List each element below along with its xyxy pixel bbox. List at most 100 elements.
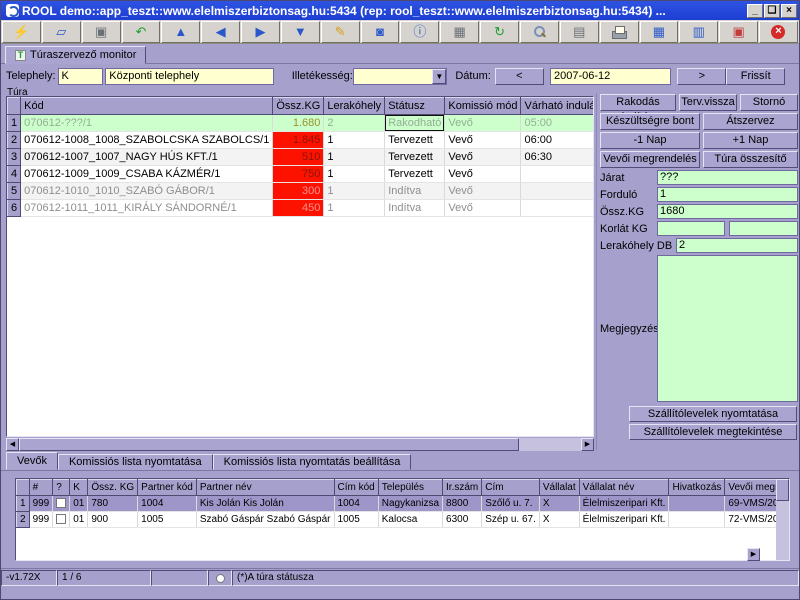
col-kod[interactable]: Kód	[21, 98, 273, 115]
tura-row[interactable]: 3 070612-1007_1007_NAGY HÚS KFT./1 510 1…	[8, 149, 595, 166]
vevoi-megrendeles-button[interactable]: Vevői megrendelés	[600, 151, 700, 168]
tab-komissios-lista-nyomtatas-beallitasa[interactable]: Komissiós lista nyomtatás beállítása	[213, 454, 412, 470]
date-next-button[interactable]: >	[677, 68, 726, 85]
plus-1-nap-button[interactable]: +1 Nap	[703, 132, 798, 149]
toolbar-button[interactable]: ×	[759, 21, 798, 43]
toolbar-button[interactable]: ◀	[201, 21, 240, 43]
tura-row[interactable]: 6 070612-1011_1011_KIRÁLY SÁNDORNÉ/1 450…	[8, 200, 595, 217]
col-question[interactable]: ?	[53, 480, 70, 496]
close-button[interactable]: ×	[781, 4, 797, 18]
col-lerakohely[interactable]: Lerakóhely	[324, 98, 385, 115]
hscroll-thumb[interactable]	[19, 438, 519, 451]
chevron-down-icon[interactable]: ▼	[432, 69, 446, 84]
col-cim[interactable]: Cím	[482, 480, 540, 496]
atszervez-button[interactable]: Átszervez	[703, 113, 798, 130]
toolbar-button[interactable]: ▦	[440, 21, 479, 43]
hscroll-track[interactable]	[519, 438, 581, 451]
col-hash[interactable]: #	[29, 480, 53, 496]
col-osszkg[interactable]: Össz.KG	[273, 98, 324, 115]
toolbar-button[interactable]: ◙	[361, 21, 400, 43]
lerakohely-db-field[interactable]: 2	[676, 238, 798, 253]
toolbar-button[interactable]: ▱	[42, 21, 81, 43]
minus-1-nap-button[interactable]: -1 Nap	[600, 132, 700, 149]
col-partner-kod[interactable]: Partner kód	[138, 480, 197, 496]
minimize-button[interactable]: _	[747, 4, 763, 18]
date-prev-button[interactable]: <	[495, 68, 544, 85]
rakodas-inditas-button[interactable]: Rakodás indítás	[600, 94, 676, 111]
szallitolevelek-megtekintese-button[interactable]: Szállítólevelek megtekintése	[629, 424, 797, 440]
terv-vissza-button[interactable]: Terv.vissza	[679, 94, 737, 111]
toolbar-button[interactable]: ↶	[122, 21, 161, 43]
scroll-right-icon[interactable]: ▶	[581, 438, 594, 451]
toolbar-button[interactable]: ▦	[640, 21, 679, 43]
tab-komissios-lista-nyomtatasa[interactable]: Komissiós lista nyomtatása	[58, 454, 213, 470]
col-vallalat[interactable]: Vállalat	[539, 480, 579, 496]
keszultsegre-bont-button[interactable]: Készültségre bont	[600, 113, 700, 130]
fordulo-label: Forduló	[600, 189, 657, 201]
toolbar-button[interactable]: ▤	[560, 21, 599, 43]
col-vallalat-nev[interactable]: Vállalat név	[579, 480, 669, 496]
row-checkbox[interactable]	[56, 514, 66, 524]
tab-label: Túraszervező monitor	[30, 49, 136, 61]
tura-header-row: Kód Össz.KG Lerakóhely Státusz Komissió …	[8, 98, 595, 115]
col-varhato[interactable]: Várható indulás	[521, 98, 594, 115]
korlat-kg-field-1[interactable]	[657, 221, 725, 236]
megjegyzes-textarea[interactable]	[657, 255, 798, 402]
toolbar-button[interactable]: ▼	[281, 21, 320, 43]
osszkg-field[interactable]: 1680	[657, 204, 798, 219]
bottom-scroll-right-icon[interactable]: ▶	[747, 548, 760, 561]
col-partner-nev[interactable]: Partner név	[196, 480, 334, 496]
col-cim-kod[interactable]: Cím kód	[334, 480, 378, 496]
col-statusz[interactable]: Státusz	[385, 98, 445, 115]
bottom-vscrollbar[interactable]	[776, 479, 789, 560]
bottom-tab-bar: Vevők Komissiós lista nyomtatása Komissi…	[1, 452, 799, 471]
col-hivatkozas[interactable]: Hivatkozás	[669, 480, 725, 496]
toolbar-button[interactable]: ▥	[679, 21, 718, 43]
tura-row[interactable]: 4 070612-1009_1009_CSABA KÁZMÉR/1 750 1 …	[8, 166, 595, 183]
toolbar-button[interactable]: ↻	[480, 21, 519, 43]
toolbar-button[interactable]	[520, 21, 559, 43]
korlat-kg-label: Korlát KG	[600, 223, 657, 235]
tab-turaszervezo-monitor[interactable]: T Túraszervező monitor	[5, 46, 146, 64]
tura-osszesito-button[interactable]: Túra összesítő	[703, 151, 798, 168]
tab-vevok[interactable]: Vevők	[6, 452, 58, 470]
illetekesseg-select[interactable]: ▼	[353, 68, 447, 85]
col-ossz-kg[interactable]: Össz. KG	[88, 480, 138, 496]
vevok-row[interactable]: 1 999 01 780 1004 Kis Jolán Kis Jolán 10…	[17, 496, 777, 512]
tura-row[interactable]: 2 070612-1008_1008_SZABOLCSKA SZABOLCS/1…	[8, 132, 595, 149]
tura-table: Kód Össz.KG Lerakóhely Státusz Komissió …	[6, 96, 594, 437]
toolbar-button[interactable]	[600, 21, 639, 43]
szallitolevelek-nyomtatasa-button[interactable]: Szállítólevelek nyomtatása	[629, 406, 797, 422]
vscroll-thumb[interactable]	[776, 479, 789, 501]
storno-button[interactable]: Stornó	[740, 94, 798, 111]
grid-icon: ▤	[573, 25, 585, 39]
vevok-row[interactable]: 2 999 01 900 1005 Szabó Gáspár Szabó Gás…	[17, 512, 777, 528]
toolbar-button[interactable]: ▲	[161, 21, 200, 43]
col-k[interactable]: K	[70, 480, 88, 496]
telephely-code-input[interactable]: K	[58, 68, 104, 85]
col-telepules[interactable]: Település	[378, 480, 442, 496]
tura-row[interactable]: 1 070612-???/1 1.680 2 Rakodható Vevő 05…	[8, 115, 595, 132]
col-vevoi-megrendeles-biz-szam[interactable]: Vevői megrendelés biz.szám	[725, 480, 776, 496]
toolbar-button[interactable]: ⓘ	[400, 21, 439, 43]
toolbar-button[interactable]: ▣	[719, 21, 758, 43]
status-radio[interactable]	[208, 570, 232, 586]
fordulo-field[interactable]: 1	[657, 187, 798, 202]
col-irszam[interactable]: Ir.szám	[443, 480, 482, 496]
tura-row[interactable]: 5 070612-1010_1010_SZABÓ GÁBOR/1 300 1 I…	[8, 183, 595, 200]
status-note: (*)A túra státusza	[232, 570, 799, 586]
toolbar-button[interactable]: ⚡	[2, 21, 41, 43]
jarat-field[interactable]: ???	[657, 170, 798, 185]
row-checkbox[interactable]	[56, 498, 66, 508]
record-position: 1 / 6	[57, 570, 151, 586]
toolbar-button[interactable]: ✎	[321, 21, 360, 43]
scroll-left-icon[interactable]: ◀	[6, 438, 19, 451]
col-komissio[interactable]: Komissió mód	[445, 98, 521, 115]
toolbar-button[interactable]: ▶	[241, 21, 280, 43]
toolbar-button[interactable]: ▣	[82, 21, 121, 43]
maximize-button[interactable]: ❏	[764, 4, 780, 18]
telephely-name-input[interactable]: Központi telephely	[105, 68, 273, 85]
refresh-button[interactable]: Frissít	[726, 68, 785, 85]
date-input[interactable]: 2007-06-12	[550, 68, 671, 85]
korlat-kg-field-2[interactable]	[729, 221, 798, 236]
